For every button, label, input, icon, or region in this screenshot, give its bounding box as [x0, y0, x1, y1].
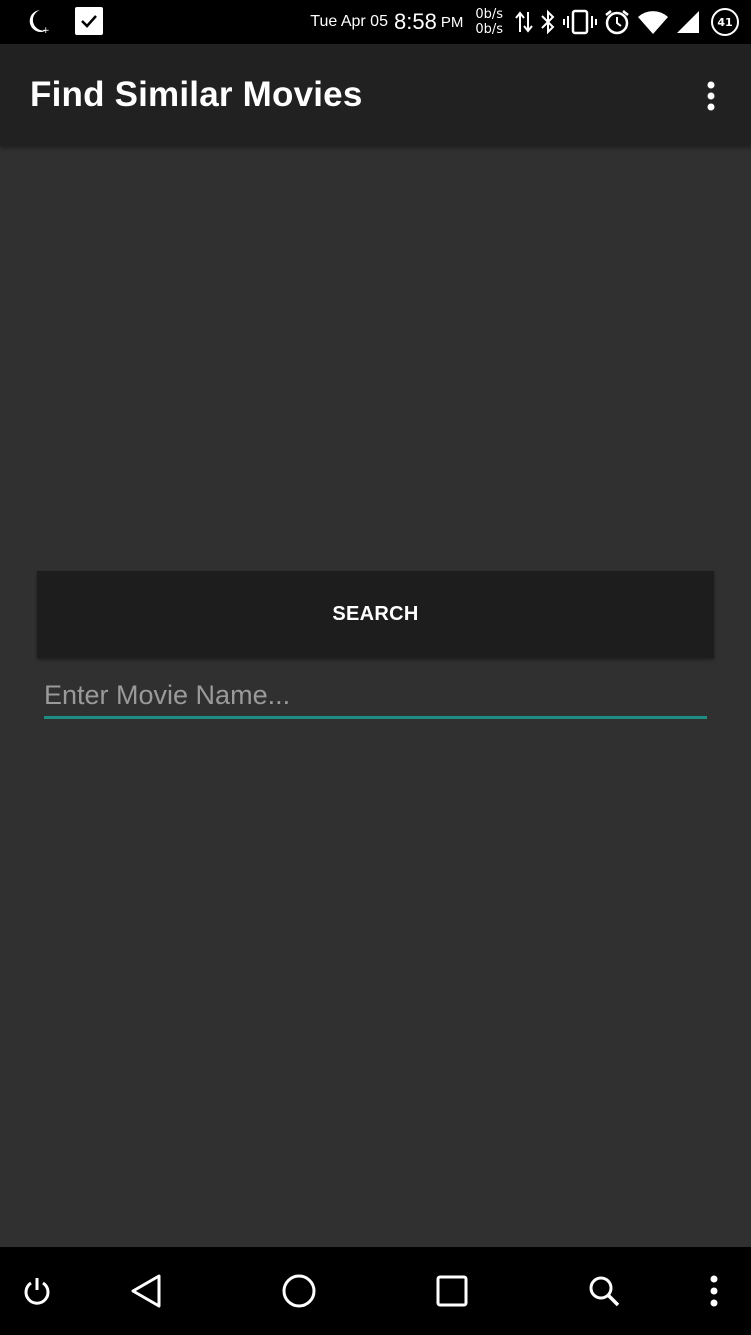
bluetooth-icon: [539, 9, 557, 35]
home-button[interactable]: [277, 1269, 321, 1313]
search-nav-button[interactable]: [582, 1269, 626, 1313]
data-transfer-icon: [515, 10, 533, 34]
signal-icon: [675, 9, 701, 35]
nav-overflow-button[interactable]: [692, 1269, 736, 1313]
power-button[interactable]: [15, 1269, 59, 1313]
speed-up: 0b/s: [475, 7, 503, 22]
recents-button[interactable]: [430, 1269, 474, 1313]
more-vert-icon: [707, 81, 715, 111]
home-icon: [282, 1274, 316, 1308]
app-title: Find Similar Movies: [30, 75, 363, 114]
wifi-icon: [637, 9, 669, 35]
status-ampm: PM: [440, 13, 464, 31]
speed-down: 0b/s: [475, 22, 503, 37]
network-speed: 0b/s 0b/s: [475, 7, 503, 37]
back-icon: [131, 1274, 161, 1308]
status-date: Tue Apr 05: [310, 13, 388, 30]
status-bar: + Tue Apr 05 8:58 PM 0b/s 0b/s 41: [0, 0, 751, 44]
search-button[interactable]: SEARCH: [37, 571, 714, 658]
status-time: 8:58: [393, 9, 437, 34]
moon-icon: +: [26, 7, 50, 35]
power-icon: [24, 1278, 50, 1305]
search-icon: [589, 1276, 620, 1307]
more-vert-icon: [710, 1275, 718, 1307]
battery-icon: 41: [711, 8, 739, 36]
alarm-icon: [603, 8, 631, 36]
svg-text:+: +: [42, 26, 50, 35]
status-bar-right: Tue Apr 05 8:58 PM 0b/s 0b/s 41: [310, 4, 739, 40]
checkbox-icon: [74, 6, 104, 36]
recents-icon: [436, 1275, 468, 1307]
movie-name-input[interactable]: [44, 675, 707, 719]
app-bar: Find Similar Movies: [0, 44, 751, 146]
back-button[interactable]: [124, 1269, 168, 1313]
status-bar-left: +: [20, 6, 104, 36]
vibrate-icon: [563, 9, 597, 35]
navigation-bar: [0, 1247, 751, 1335]
overflow-menu-button[interactable]: [696, 78, 726, 114]
